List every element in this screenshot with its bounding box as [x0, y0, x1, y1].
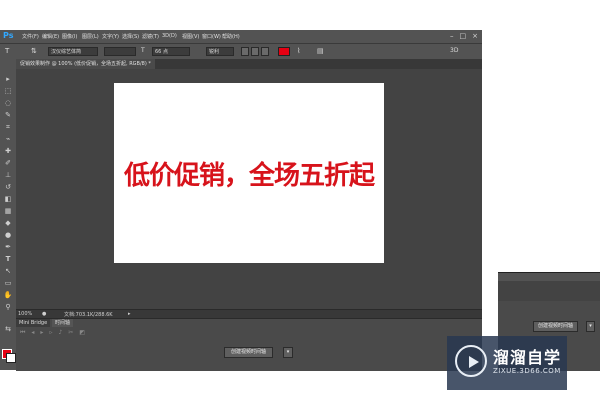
crop-tool-icon[interactable]: ⌗: [3, 123, 13, 132]
move-tool-icon[interactable]: ▸: [3, 75, 13, 84]
background-create-video-timeline-button[interactable]: 创建视频时间轴: [533, 321, 579, 332]
chevron-down-icon[interactable]: ▾: [283, 347, 293, 358]
eraser-tool-icon[interactable]: ◧: [3, 195, 13, 204]
background-window-bar: [498, 273, 600, 281]
background-chevron-down-icon[interactable]: ▾: [586, 321, 595, 332]
menu-3d[interactable]: 3D(D): [162, 33, 182, 40]
text-orientation-icon[interactable]: ⇅: [31, 47, 37, 55]
audio-icon[interactable]: ♪: [58, 329, 62, 337]
3d-mode-label[interactable]: 3D: [450, 47, 458, 54]
menu-help[interactable]: 帮助(H): [222, 33, 242, 40]
watermark-url: ZIXUE.3D66.COM: [493, 367, 561, 375]
pen-tool-icon[interactable]: ✒: [3, 243, 13, 252]
healing-brush-tool-icon[interactable]: ✚: [3, 147, 13, 156]
eyedropper-tool-icon[interactable]: ⌁: [3, 135, 13, 144]
timeline-panel: Mini Bridge 时间轴 ⏮ ◂ ▸ ▹ ♪ ✂ ◩ 创建视频时间轴 ▾: [16, 318, 482, 371]
swap-colors-icon[interactable]: ⇆: [3, 325, 13, 334]
timeline-controls: ⏮ ◂ ▸ ▹ ♪ ✂ ◩: [20, 329, 85, 337]
align-center-button[interactable]: [251, 47, 259, 56]
menu-filter[interactable]: 滤镜(T): [142, 33, 162, 40]
document-canvas[interactable]: 低价促销，全场五折起: [114, 83, 384, 263]
menu-window[interactable]: 窗口(W): [202, 33, 222, 40]
prev-frame-icon[interactable]: ◂: [31, 329, 34, 337]
align-right-button[interactable]: [261, 47, 269, 56]
lasso-tool-icon[interactable]: ◌: [3, 99, 13, 108]
canvas-headline-text: 低价促销，全场五折起: [123, 161, 375, 191]
menu-image[interactable]: 图像(I): [62, 33, 82, 40]
path-select-tool-icon[interactable]: ↖: [3, 267, 13, 276]
antialias-select[interactable]: 锐利: [206, 47, 234, 56]
menu-items: 文件(F) 编辑(E) 图像(I) 图层(L) 文字(Y) 选择(S) 滤镜(T…: [22, 33, 242, 40]
brush-tool-icon[interactable]: ✐: [3, 159, 13, 168]
menu-view[interactable]: 视图(V): [182, 33, 202, 40]
status-info-icon[interactable]: ●: [42, 311, 46, 317]
play-triangle-icon: [469, 356, 479, 368]
menu-select[interactable]: 选择(S): [122, 33, 142, 40]
play-icon[interactable]: ▸: [40, 329, 43, 337]
menu-type[interactable]: 文字(Y): [102, 33, 122, 40]
ps-logo: Ps: [3, 31, 14, 40]
status-arrow-icon[interactable]: ▸: [128, 311, 131, 317]
quick-select-tool-icon[interactable]: ✎: [3, 111, 13, 120]
zoom-level[interactable]: 100%: [18, 311, 32, 317]
hand-tool-icon[interactable]: ✋: [3, 291, 13, 300]
document-tab-bar: 促销效果制作 @ 100% (低价促销，全场五折起, RGB/8) *: [16, 59, 482, 69]
play-logo-icon: [455, 345, 487, 377]
font-size-select[interactable]: 66 点: [152, 47, 190, 56]
align-left-button[interactable]: [241, 47, 249, 56]
tab-mini-bridge[interactable]: Mini Bridge: [16, 319, 51, 327]
font-style-select[interactable]: [104, 47, 136, 56]
transition-icon[interactable]: ◩: [79, 329, 85, 337]
zoom-tool-icon[interactable]: ⚲: [3, 303, 13, 312]
font-size-icon: T: [141, 47, 145, 54]
menu-edit[interactable]: 编辑(E): [42, 33, 62, 40]
watermark-title: 溜溜自学: [493, 348, 562, 367]
document-size-info: 文档:703.1K/288.6K: [64, 312, 113, 318]
window-controls: – □ ×: [450, 32, 478, 40]
dodge-tool-icon[interactable]: ●: [3, 231, 13, 240]
gradient-tool-icon[interactable]: ▦: [3, 207, 13, 216]
marquee-tool-icon[interactable]: ⬚: [3, 87, 13, 96]
blur-tool-icon[interactable]: ◆: [3, 219, 13, 228]
menu-file[interactable]: 文件(F): [22, 33, 42, 40]
scissors-icon[interactable]: ✂: [68, 329, 73, 337]
tools-panel: ▸ ⬚ ◌ ✎ ⌗ ⌁ ✚ ✐ ⊥ ↺ ◧ ▦ ◆ ● ✒ T ↖ ▭ ✋ ⚲ …: [0, 59, 17, 370]
next-frame-icon[interactable]: ▹: [49, 329, 52, 337]
character-panel-icon[interactable]: ▤: [317, 47, 324, 55]
type-tool-icon[interactable]: T: [3, 255, 13, 264]
font-family-select[interactable]: 汉仪综艺体简: [48, 47, 98, 56]
first-frame-icon[interactable]: ⏮: [20, 329, 25, 337]
background-color-swatch[interactable]: [6, 353, 16, 363]
maximize-icon[interactable]: □: [460, 32, 467, 40]
create-video-timeline-button[interactable]: 创建视频时间轴: [224, 347, 274, 358]
shape-tool-icon[interactable]: ▭: [3, 279, 13, 288]
warp-text-icon[interactable]: ⌇: [297, 47, 300, 55]
document-tab[interactable]: 促销效果制作 @ 100% (低价促销，全场五折起, RGB/8) *: [16, 59, 155, 69]
close-icon[interactable]: ×: [472, 32, 478, 40]
history-brush-tool-icon[interactable]: ↺: [3, 183, 13, 192]
type-tool-icon[interactable]: T: [5, 47, 9, 55]
photoshop-window: Ps 文件(F) 编辑(E) 图像(I) 图层(L) 文字(Y) 选择(S) 滤…: [0, 30, 482, 371]
workspace: 低价促销，全场五折起: [16, 69, 482, 309]
minimize-icon[interactable]: –: [450, 32, 454, 40]
text-color-swatch[interactable]: [278, 47, 290, 56]
clone-stamp-tool-icon[interactable]: ⊥: [3, 171, 13, 180]
tab-timeline[interactable]: 时间轴: [52, 319, 74, 327]
watermark: 溜溜自学 ZIXUE.3D66.COM: [447, 336, 567, 390]
menu-bar: Ps 文件(F) 编辑(E) 图像(I) 图层(L) 文字(Y) 选择(S) 滤…: [0, 30, 482, 43]
menu-layer[interactable]: 图层(L): [82, 33, 102, 40]
